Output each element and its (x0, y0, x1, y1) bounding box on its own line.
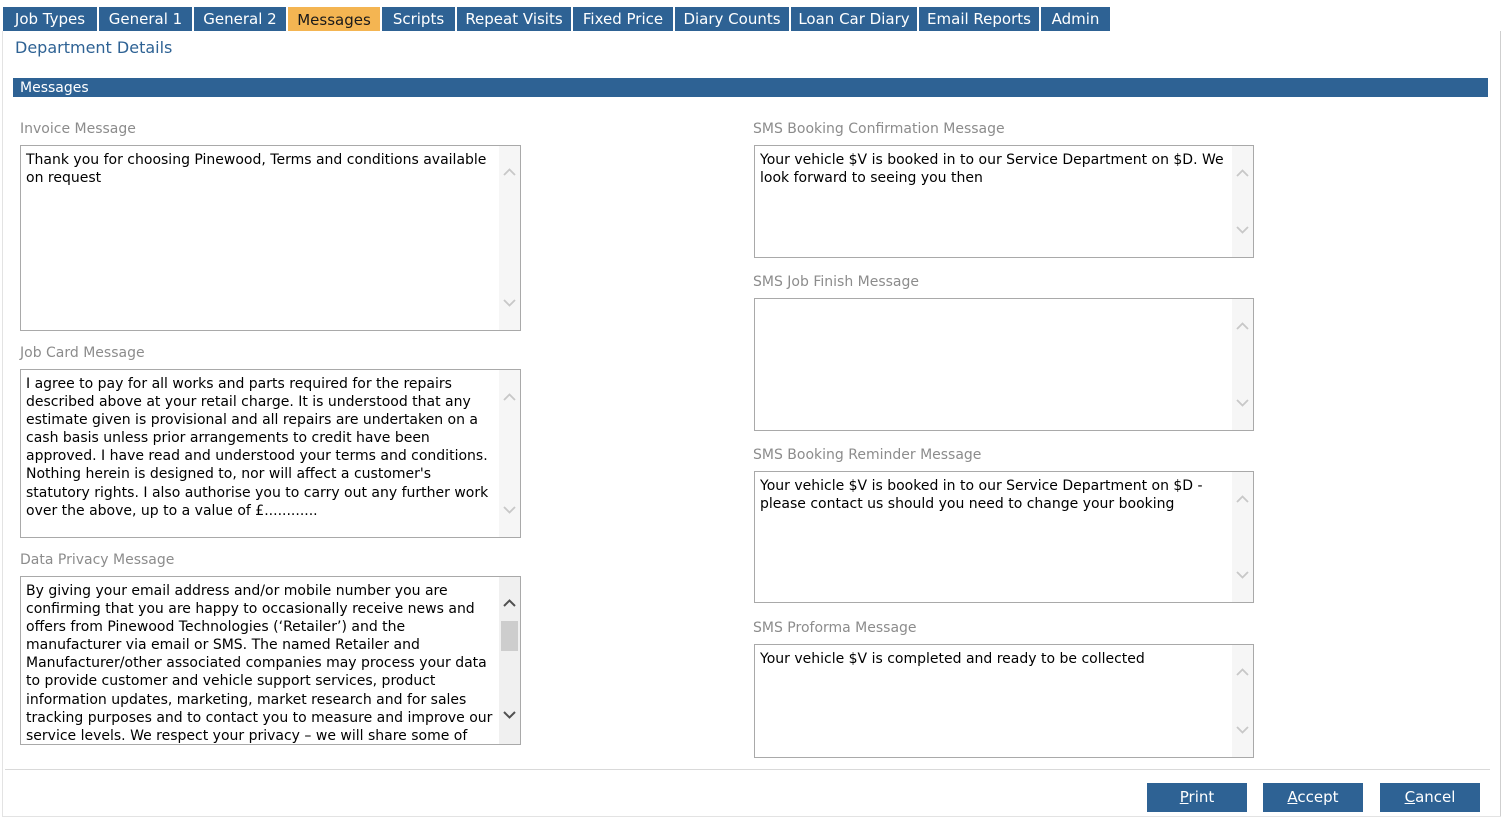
panel-border (2, 816, 1501, 817)
chevron-up-icon[interactable] (1234, 664, 1251, 681)
chevron-down-icon[interactable] (1234, 221, 1251, 238)
tab-repeat-visits[interactable]: Repeat Visits (457, 7, 571, 31)
tab-loan-car-diary[interactable]: Loan Car Diary (791, 7, 917, 31)
panel-border (1500, 31, 1501, 817)
page-title: Department Details (15, 38, 173, 57)
tab-admin[interactable]: Admin (1041, 7, 1110, 31)
sms-booking-confirmation-label: SMS Booking Confirmation Message (753, 121, 1005, 137)
tab-scripts[interactable]: Scripts (382, 7, 455, 31)
chevron-down-icon[interactable] (501, 501, 518, 518)
accept-button[interactable]: Accept (1263, 783, 1363, 812)
tab-email-reports[interactable]: Email Reports (919, 7, 1039, 31)
scrollbar[interactable] (1232, 146, 1253, 257)
scrollbar[interactable] (1232, 645, 1253, 757)
accept-button-accel: A (1287, 788, 1298, 806)
tab-diary-counts[interactable]: Diary Counts (675, 7, 789, 31)
section-header: Messages (13, 78, 1488, 97)
scrollbar[interactable] (499, 146, 520, 330)
job-card-message-text: I agree to pay for all works and parts r… (26, 376, 489, 519)
tab-general-2[interactable]: General 2 (194, 7, 286, 31)
job-card-message-label: Job Card Message (20, 345, 145, 361)
tab-general-1[interactable]: General 1 (99, 7, 192, 31)
data-privacy-message-text: By giving your email address and/or mobi… (26, 583, 493, 744)
invoice-message-text: Thank you for choosing Pinewood, Terms a… (26, 152, 487, 187)
chevron-up-icon[interactable] (501, 389, 518, 406)
tab-messages[interactable]: Messages (288, 7, 380, 31)
tab-job-types[interactable]: Job Types (3, 7, 97, 31)
chevron-down-icon[interactable] (501, 706, 518, 723)
sms-booking-confirmation-textarea[interactable]: Your vehicle $V is booked in to our Serv… (754, 145, 1254, 258)
accept-button-label: ccept (1297, 788, 1339, 806)
sms-booking-confirmation-text: Your vehicle $V is booked in to our Serv… (760, 152, 1224, 187)
data-privacy-message-label: Data Privacy Message (20, 552, 175, 568)
cancel-button-accel: C (1404, 788, 1416, 806)
sms-booking-reminder-textarea[interactable]: Your vehicle $V is booked in to our Serv… (754, 471, 1254, 603)
scrollbar[interactable] (1232, 472, 1253, 602)
scrollbar[interactable] (499, 577, 520, 744)
cancel-button[interactable]: Cancel (1380, 783, 1480, 812)
chevron-up-icon[interactable] (501, 164, 518, 181)
sms-proforma-textarea[interactable]: Your vehicle $V is completed and ready t… (754, 644, 1254, 758)
sms-job-finish-label: SMS Job Finish Message (753, 274, 919, 290)
chevron-up-icon[interactable] (1234, 491, 1251, 508)
sms-job-finish-textarea[interactable] (754, 298, 1254, 431)
panel-border (2, 31, 3, 817)
print-button-label: rint (1188, 788, 1215, 806)
sms-booking-reminder-label: SMS Booking Reminder Message (753, 447, 982, 463)
chevron-up-icon[interactable] (501, 595, 518, 612)
tab-fixed-price[interactable]: Fixed Price (573, 7, 673, 31)
sms-proforma-label: SMS Proforma Message (753, 620, 917, 636)
job-card-message-textarea[interactable]: I agree to pay for all works and parts r… (20, 369, 521, 538)
scrollbar[interactable] (499, 370, 520, 537)
scrollbar-thumb[interactable] (501, 621, 518, 651)
chevron-down-icon[interactable] (1234, 566, 1251, 583)
data-privacy-message-textarea[interactable]: By giving your email address and/or mobi… (20, 576, 521, 745)
chevron-down-icon[interactable] (501, 294, 518, 311)
print-button[interactable]: Print (1147, 783, 1247, 812)
invoice-message-label: Invoice Message (20, 121, 136, 137)
footer-divider (5, 769, 1490, 770)
sms-booking-reminder-text: Your vehicle $V is booked in to our Serv… (760, 478, 1203, 513)
cancel-button-label: ancel (1415, 788, 1456, 806)
chevron-up-icon[interactable] (1234, 318, 1251, 335)
sms-proforma-text: Your vehicle $V is completed and ready t… (760, 651, 1145, 667)
chevron-down-icon[interactable] (1234, 394, 1251, 411)
chevron-up-icon[interactable] (1234, 165, 1251, 182)
print-button-accel: P (1179, 788, 1189, 806)
invoice-message-textarea[interactable]: Thank you for choosing Pinewood, Terms a… (20, 145, 521, 331)
scrollbar[interactable] (1232, 299, 1253, 430)
chevron-down-icon[interactable] (1234, 721, 1251, 738)
